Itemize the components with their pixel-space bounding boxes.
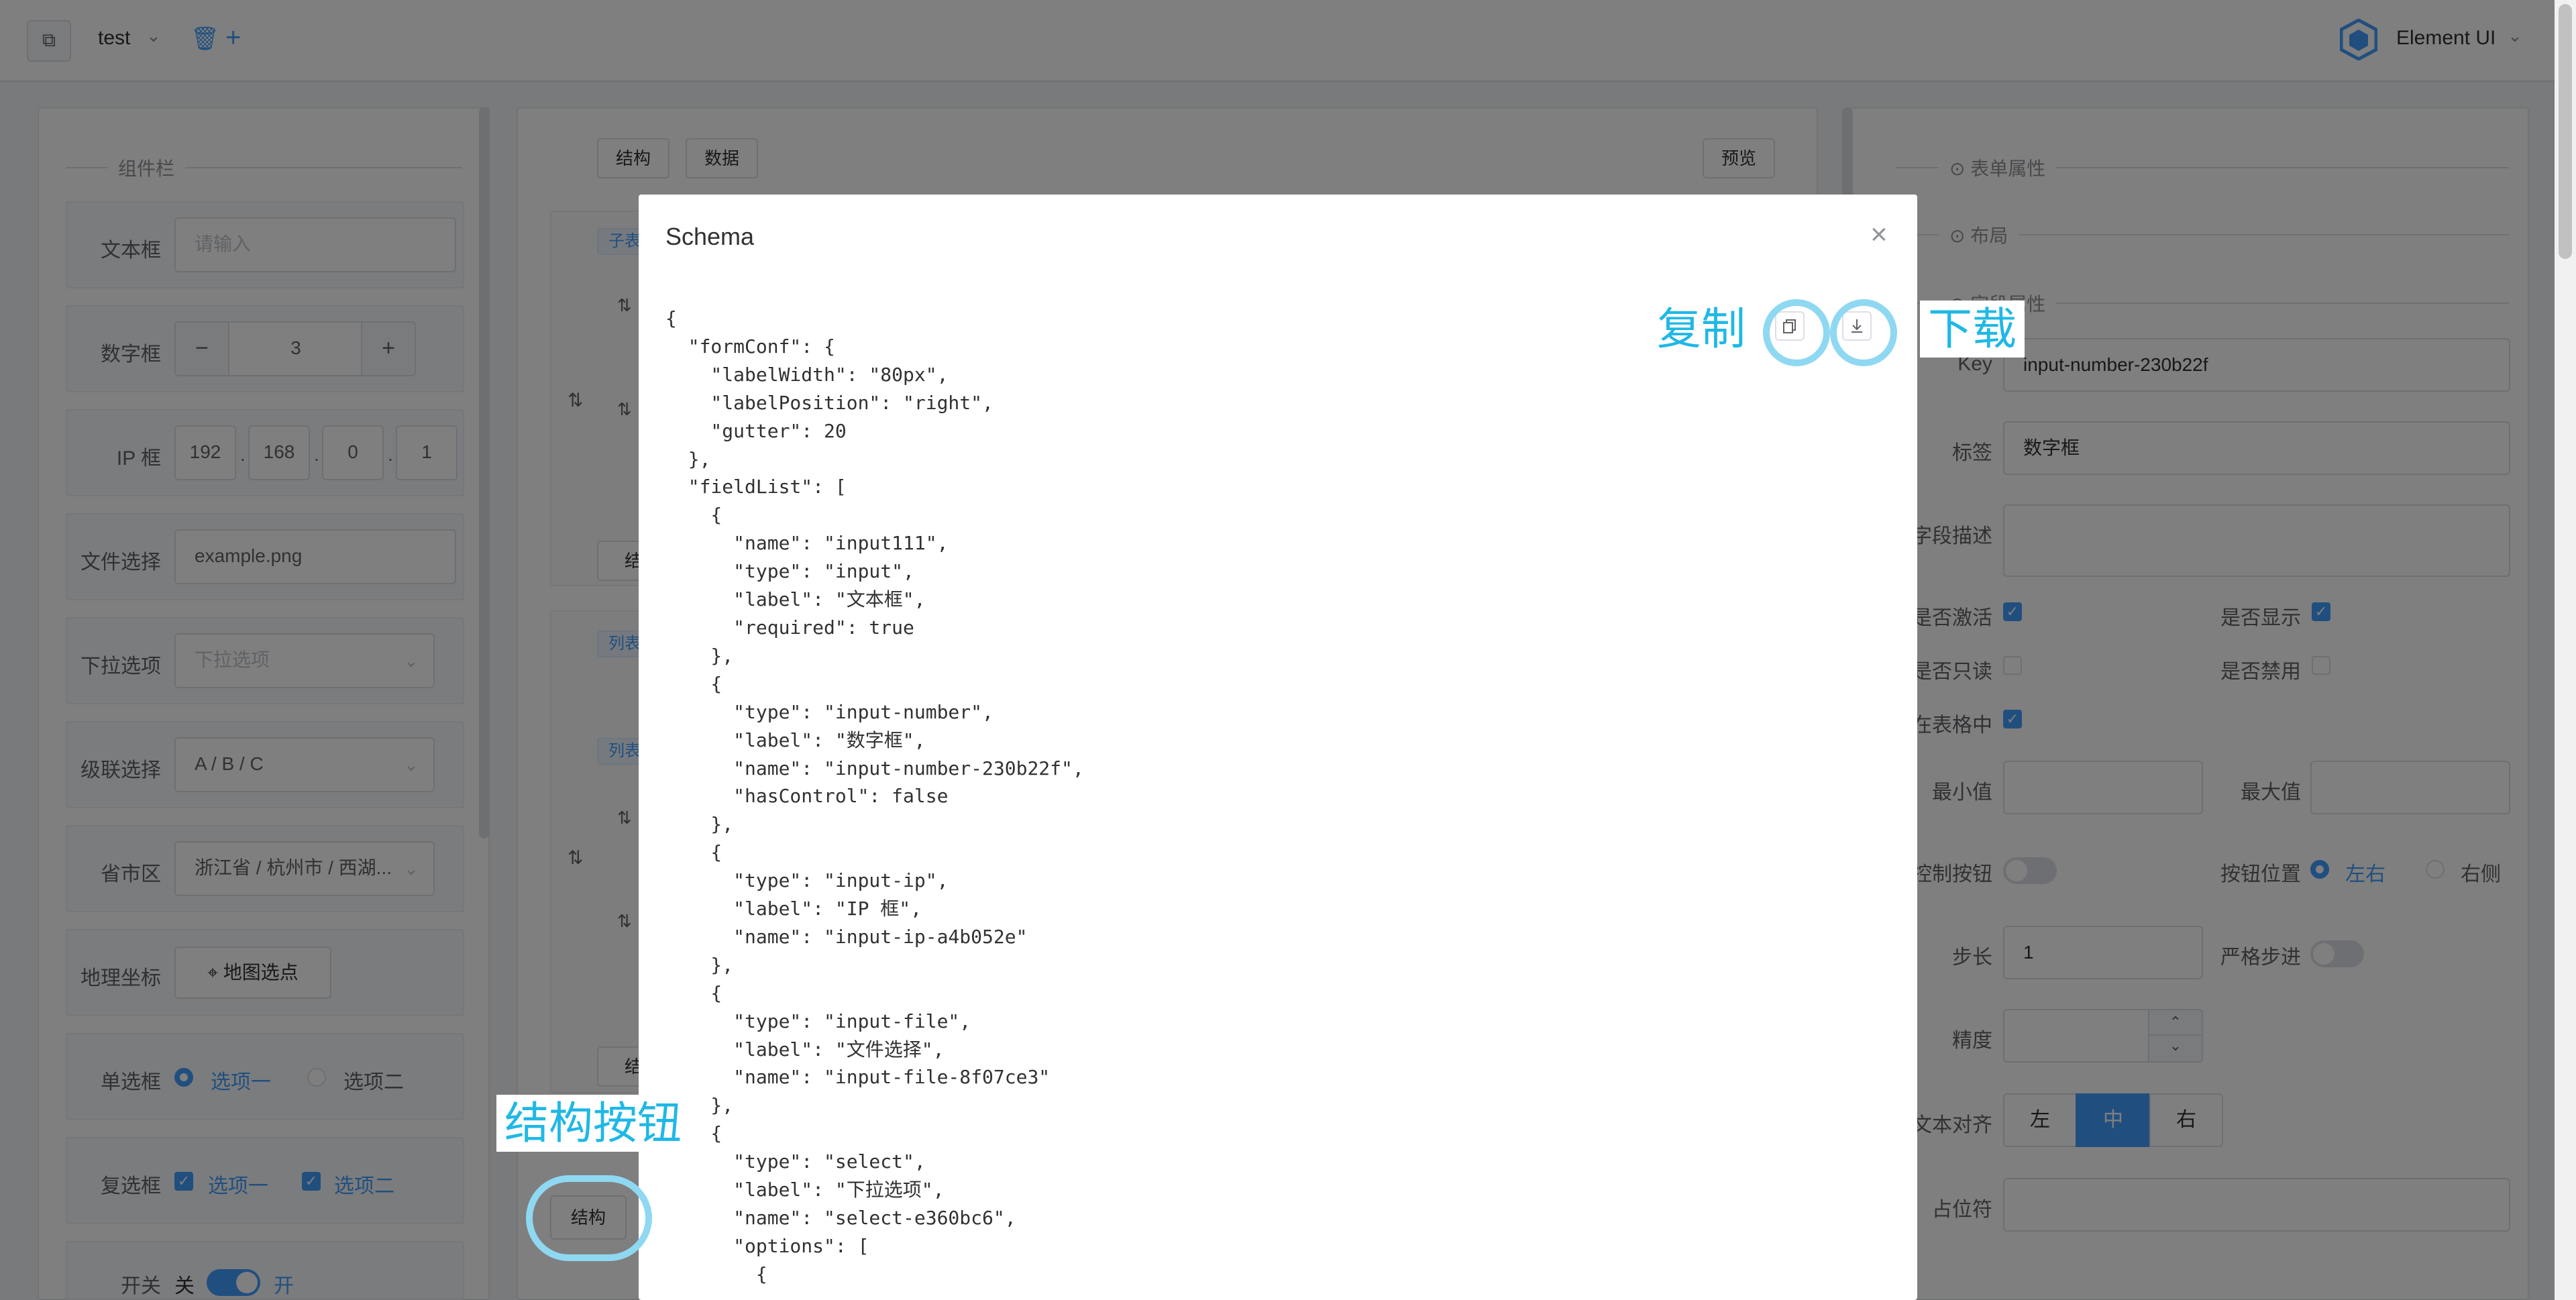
schema-code[interactable]: { "formConf": { "labelWidth": "80px", "l… [665,305,1084,1289]
page-scrollbar-thumb[interactable] [2559,4,2572,259]
annotation-download: 下载 [1920,301,2025,358]
annotation-ring-structure [526,1175,652,1261]
dialog-title: Schema [665,223,755,250]
annotation-ring-copy [1763,299,1830,366]
annotation-structure-button: 结构按钮 [496,1095,690,1152]
close-icon[interactable]: × [1870,220,1888,250]
schema-dialog: Schema × { "formConf": { "labelWidth": "… [639,195,1917,1300]
annotation-copy: 复制 [1649,301,1754,358]
annotation-ring-download [1830,299,1897,366]
